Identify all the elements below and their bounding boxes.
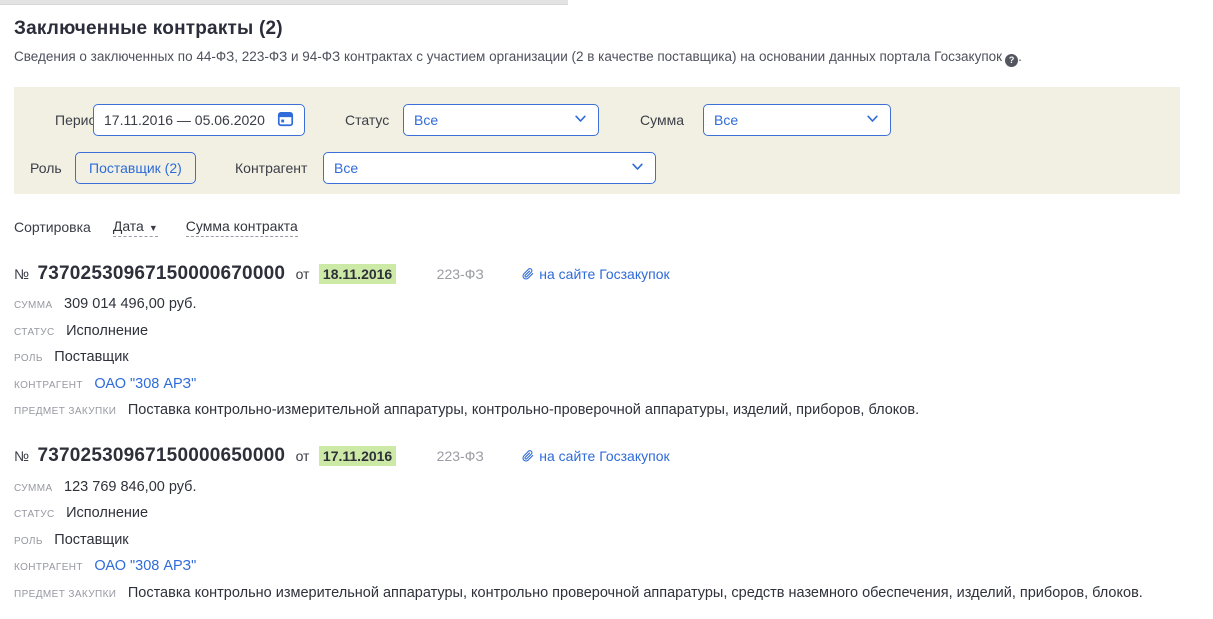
page-subtitle: Сведения о заключенных по 44-ФЗ, 223-ФЗ …	[14, 49, 1199, 67]
filter-panel: Период Статус Все Сумма Все	[14, 87, 1180, 194]
clipped-top-bar	[0, 0, 568, 5]
sum-select[interactable]: Все	[703, 104, 891, 136]
counterparty-link[interactable]: ОАО "308 АРЗ"	[94, 376, 196, 392]
subject-field-value: Поставка контрольно измерительной аппара…	[128, 585, 1143, 601]
calendar-icon[interactable]	[277, 110, 294, 130]
sort-by-date[interactable]: Дата ▼	[113, 218, 158, 237]
contract-law-badge: 223-ФЗ	[437, 266, 484, 282]
status-select-value: Все	[414, 112, 438, 128]
counterparty-field-label: КОНТРАГЕНТ	[14, 380, 83, 391]
subtitle-period: .	[1018, 49, 1022, 64]
subject-field-label: ПРЕДМЕТ ЗАКУПКИ	[14, 589, 116, 600]
goszakupki-site-link-label: на сайте Госзакупок	[539, 266, 669, 282]
goszakupki-site-link-label: на сайте Госзакупок	[539, 448, 669, 464]
role-label: Роль	[30, 152, 62, 184]
sort-by-sum[interactable]: Сумма контракта	[186, 218, 298, 237]
period-input[interactable]	[104, 112, 269, 128]
contract-date-preposition: от	[296, 448, 310, 464]
chevron-down-icon	[865, 111, 880, 129]
role-filter-button[interactable]: Поставщик (2)	[75, 152, 196, 184]
contract-date-preposition: от	[296, 266, 310, 282]
sort-by-date-label: Дата	[113, 218, 144, 234]
chevron-down-icon	[573, 111, 588, 129]
status-field-value: Исполнение	[66, 505, 148, 521]
status-field-label: СТАТУС	[14, 327, 55, 338]
counterparty-link[interactable]: ОАО "308 АРЗ"	[94, 558, 196, 574]
contract-date-highlight: 18.11.2016	[319, 264, 396, 284]
role-field-label: РОЛЬ	[14, 353, 43, 364]
contract-counterparty-row: КОНТРАГЕНТ ОАО "308 АРЗ"	[14, 376, 1199, 393]
contract-law-badge: 223-ФЗ	[437, 448, 484, 464]
status-select[interactable]: Все	[403, 104, 599, 136]
paperclip-icon	[522, 450, 534, 462]
contract-number-prefix: №	[14, 448, 29, 464]
status-label: Статус	[345, 104, 389, 136]
contract-header: № 73702530967150000670000 от 18.11.2016 …	[14, 262, 1199, 287]
help-icon[interactable]: ?	[1005, 54, 1018, 67]
contract-counterparty-row: КОНТРАГЕНТ ОАО "308 АРЗ"	[14, 558, 1199, 575]
counterparty-label: Контрагент	[235, 152, 307, 184]
goszakupki-site-link[interactable]: на сайте Госзакупок	[522, 448, 669, 464]
paperclip-icon	[522, 268, 534, 280]
goszakupki-site-link[interactable]: на сайте Госзакупок	[522, 266, 669, 282]
contract-card: № 73702530967150000650000 от 17.11.2016 …	[14, 444, 1199, 602]
contract-card: № 73702530967150000670000 от 18.11.2016 …	[14, 262, 1199, 420]
counterparty-select[interactable]: Все	[323, 152, 656, 184]
role-field-label: РОЛЬ	[14, 536, 43, 547]
contract-subject-row: ПРЕДМЕТ ЗАКУПКИ Поставка контрольно изме…	[14, 585, 1199, 602]
status-field-label: СТАТУС	[14, 509, 55, 520]
subject-field-label: ПРЕДМЕТ ЗАКУПКИ	[14, 406, 116, 417]
contract-role-row: РОЛЬ Поставщик	[14, 532, 1199, 549]
contract-sum-row: СУММА 123 769 846,00 руб.	[14, 479, 1199, 496]
role-field-value: Поставщик	[54, 349, 128, 365]
sum-field-label: СУММА	[14, 483, 53, 494]
contract-number-prefix: №	[14, 266, 29, 282]
sum-field-label: СУММА	[14, 300, 53, 311]
counterparty-field-label: КОНТРАГЕНТ	[14, 562, 83, 573]
contract-role-row: РОЛЬ Поставщик	[14, 349, 1199, 366]
status-field-value: Исполнение	[66, 323, 148, 339]
role-field-value: Поставщик	[54, 532, 128, 548]
chevron-down-icon	[630, 159, 645, 177]
period-field[interactable]	[93, 104, 305, 136]
contract-status-row: СТАТУС Исполнение	[14, 505, 1199, 522]
contract-date-highlight: 17.11.2016	[319, 446, 396, 466]
page-title: Заключенные контракты (2)	[14, 18, 1199, 40]
sort-row: Сортировка Дата ▼ Сумма контракта	[14, 218, 1199, 237]
contract-header: № 73702530967150000650000 от 17.11.2016 …	[14, 444, 1199, 469]
subject-field-value: Поставка контрольно-измерительной аппара…	[128, 402, 919, 418]
contracts-page: Заключенные контракты (2) Сведения о зак…	[14, 18, 1199, 602]
contract-number: 73702530967150000670000	[37, 263, 285, 284]
sum-field-value: 123 769 846,00 руб.	[64, 479, 196, 495]
sum-label: Сумма	[640, 104, 684, 136]
sort-direction-caret-icon: ▼	[149, 223, 158, 233]
contract-status-row: СТАТУС Исполнение	[14, 323, 1199, 340]
sum-select-value: Все	[714, 112, 738, 128]
counterparty-select-value: Все	[334, 160, 358, 176]
contract-subject-row: ПРЕДМЕТ ЗАКУПКИ Поставка контрольно-изме…	[14, 402, 1199, 419]
sum-field-value: 309 014 496,00 руб.	[64, 296, 196, 312]
contract-number: 73702530967150000650000	[37, 445, 285, 466]
page-subtitle-text: Сведения о заключенных по 44-ФЗ, 223-ФЗ …	[14, 49, 1002, 64]
contract-sum-row: СУММА 309 014 496,00 руб.	[14, 296, 1199, 313]
sort-label: Сортировка	[14, 219, 91, 235]
